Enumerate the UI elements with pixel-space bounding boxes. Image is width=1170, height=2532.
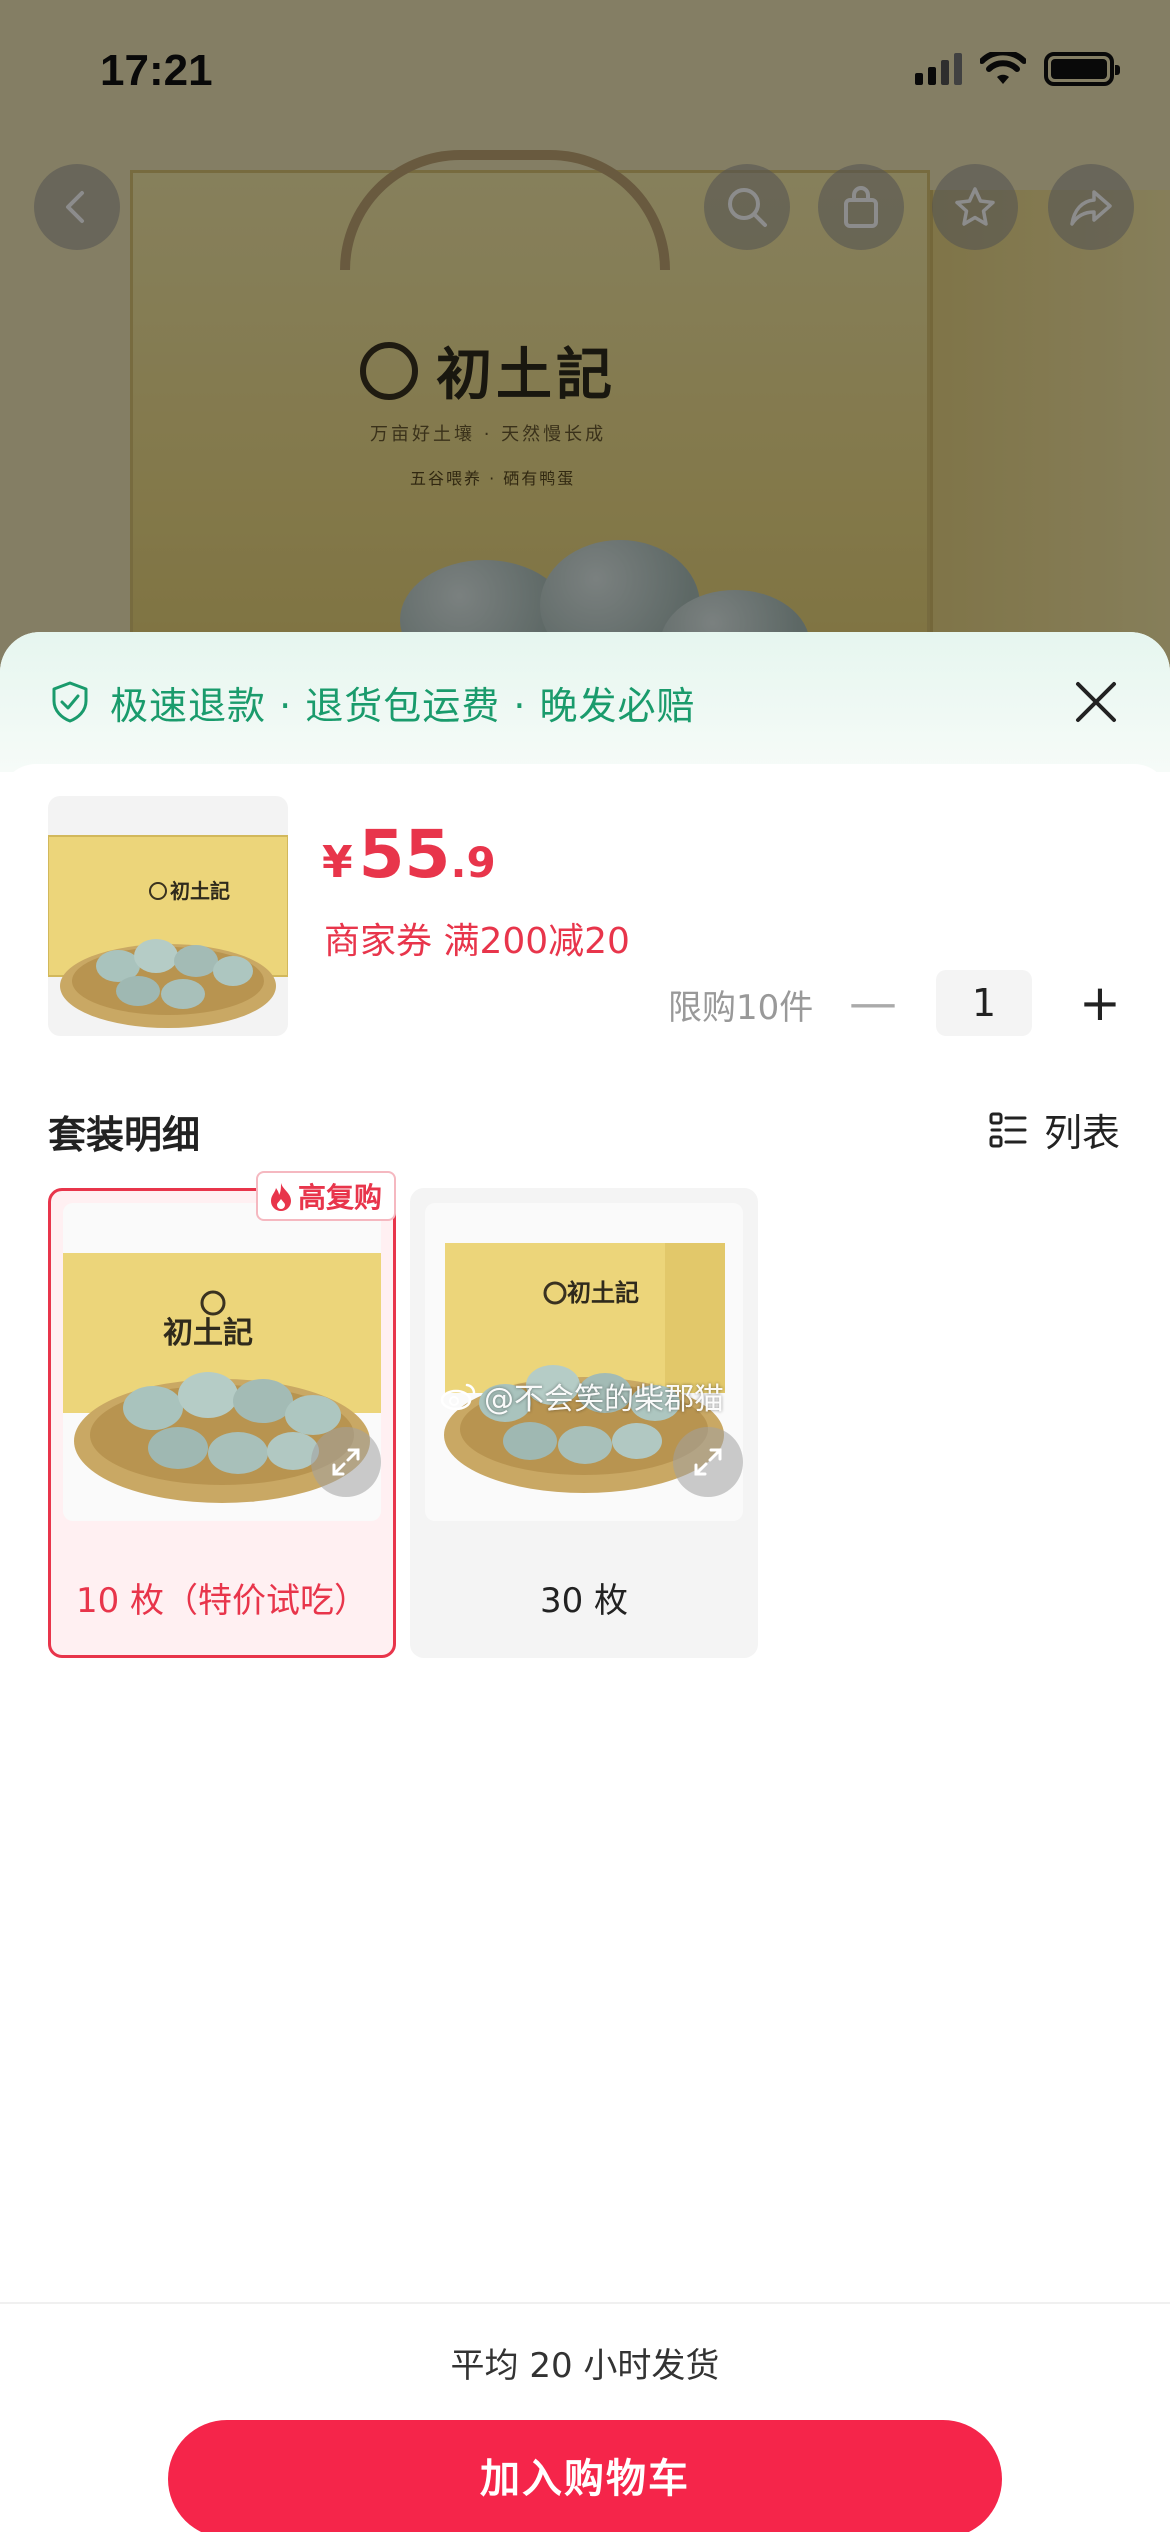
- repurchase-badge: 高复购: [255, 1171, 396, 1221]
- add-to-cart-button[interactable]: 加入购物车: [168, 2420, 1002, 2532]
- sku-option-30[interactable]: 初土記 30 枚: [410, 1188, 758, 1658]
- price-decimal: .9: [450, 838, 496, 887]
- svg-text:初土記: 初土記: [567, 1278, 639, 1307]
- price: ¥ 55 .9: [322, 816, 496, 893]
- svg-text:初土記: 初土記: [163, 1316, 253, 1351]
- price-integer: 55: [358, 816, 451, 893]
- expand-image-button[interactable]: [673, 1427, 743, 1497]
- guarantee-banner: 极速退款 · 退货包运费 · 晚发必赔: [0, 632, 1170, 772]
- quantity-decrease-button[interactable]: —: [848, 970, 898, 1036]
- watermark: @不会笑的柴郡猫: [440, 1374, 724, 1418]
- svg-text:初土記: 初土記: [170, 879, 230, 903]
- expand-image-button[interactable]: [311, 1427, 381, 1497]
- sku-card: 初土記 ¥ 55 .9 商家券 满200减20 限购10件 — 1 + 套装明细: [0, 764, 1170, 2532]
- product-thumbnail[interactable]: 初土記: [48, 796, 288, 1036]
- shipping-note: 平均 20 小时发货: [450, 2346, 720, 2386]
- quantity-input[interactable]: 1: [936, 970, 1032, 1036]
- sku-option-10[interactable]: 初土記 高复购 10 枚（特价试吃）: [48, 1171, 396, 1658]
- product-thumbnail-image: 初土記: [48, 835, 288, 1028]
- shield-check-icon: [52, 681, 88, 723]
- list-view-toggle[interactable]: 列表: [988, 1102, 1120, 1157]
- sku-option-label: 10 枚（特价试吃）: [75, 1581, 369, 1621]
- list-icon: [989, 1112, 1027, 1147]
- sku-bottom-sheet: 极速退款 · 退货包运费 · 晚发必赔 初土記 ¥ 55 .9 商家券 满200…: [0, 632, 1170, 2532]
- section-title: 套装明细: [48, 1113, 201, 1157]
- close-icon[interactable]: [1068, 674, 1124, 730]
- list-view-label: 列表: [1043, 1111, 1120, 1155]
- weibo-icon: [440, 1383, 476, 1411]
- repurchase-badge-label: 高复购: [297, 1181, 382, 1214]
- watermark-text: @不会笑的柴郡猫: [484, 1382, 724, 1417]
- coupon-text: 商家券 满200减20: [324, 921, 630, 962]
- sku-option-label: 30 枚: [539, 1581, 629, 1621]
- guarantee-text: 极速退款 · 退货包运费 · 晚发必赔: [110, 683, 696, 728]
- fire-icon: [270, 1183, 291, 1211]
- purchase-limit: 限购10件: [668, 988, 814, 1028]
- expand-icon: [694, 1448, 722, 1476]
- divider: [0, 2302, 1170, 2304]
- price-currency: ¥: [322, 837, 353, 888]
- quantity-increase-button[interactable]: +: [1070, 970, 1130, 1036]
- expand-icon: [332, 1448, 360, 1476]
